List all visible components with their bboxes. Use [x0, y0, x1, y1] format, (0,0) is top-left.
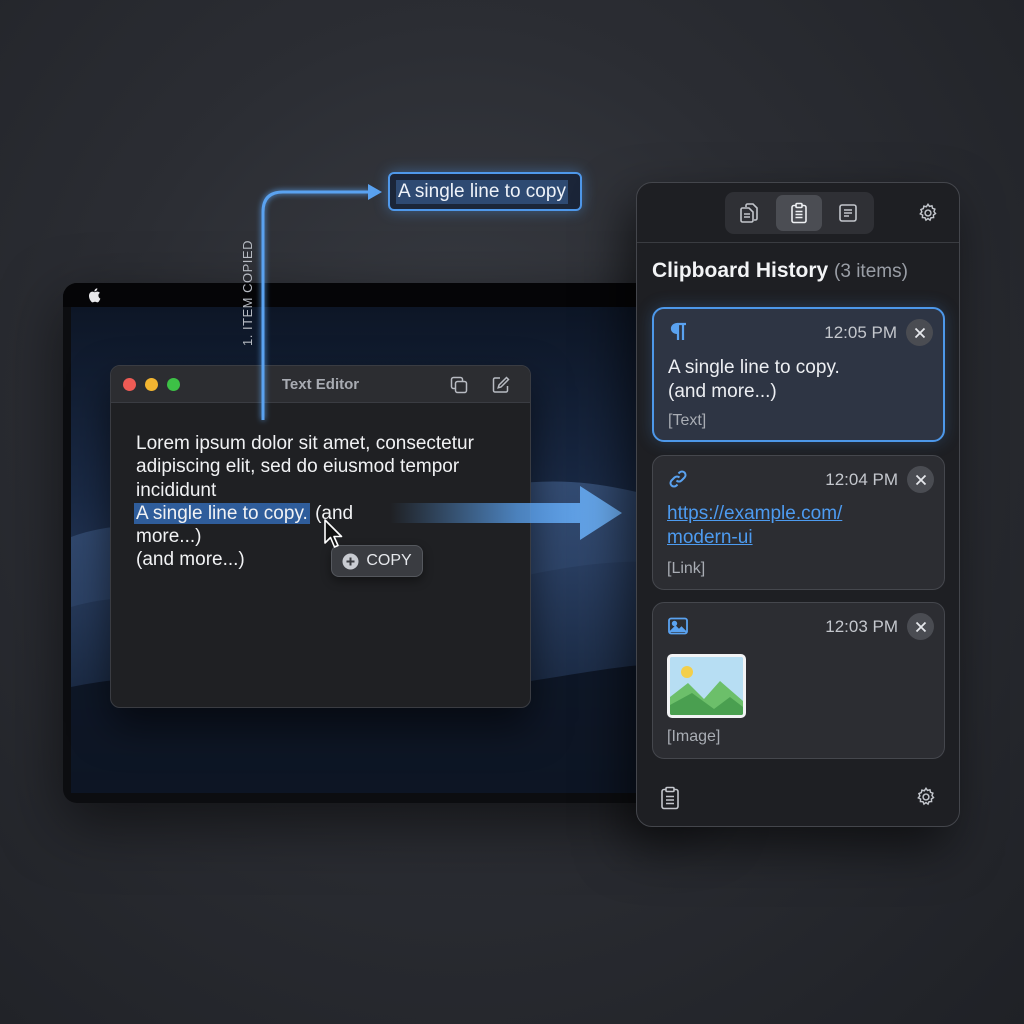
item-type-label: [Image] — [667, 728, 721, 745]
duplicate-icon[interactable] — [449, 375, 469, 395]
image-thumbnail[interactable] — [667, 654, 746, 718]
compose-icon[interactable] — [491, 375, 511, 395]
menu-bar — [63, 283, 703, 307]
item-timestamp: 12:05 PM — [824, 323, 897, 342]
clipboard-item-text[interactable]: 12:05 PM A single line to copy. (and mor… — [652, 307, 945, 442]
panel-toolbar — [637, 183, 959, 243]
clipboard-icon[interactable] — [659, 786, 681, 810]
item-count: (3 items) — [834, 261, 908, 282]
copied-text-chip: A single line to copy — [388, 172, 582, 211]
view-segmented-control — [725, 192, 874, 234]
editor-titlebar[interactable]: Text Editor — [111, 366, 530, 403]
editor-line: Lorem ipsum dolor sit amet, consectetur — [136, 433, 474, 454]
image-icon — [668, 617, 688, 635]
item-link[interactable]: https://example.com/ modern-ui — [667, 502, 842, 550]
item-preview: A single line to copy. (and more...) — [668, 356, 840, 404]
documents-icon — [740, 203, 758, 223]
item-timestamp: 12:03 PM — [825, 617, 898, 636]
remove-item-button[interactable] — [906, 319, 933, 346]
step-label: 1. ITEM COPIED — [240, 240, 255, 346]
paragraph-icon — [670, 322, 686, 340]
close-icon — [915, 621, 926, 632]
copied-text: A single line to copy — [396, 179, 568, 204]
apple-logo-icon[interactable] — [87, 287, 101, 303]
copy-button-label: COPY — [366, 552, 412, 569]
panel-title-text: Clipboard History — [652, 259, 829, 282]
panel-title: Clipboard History (3 items) — [652, 259, 908, 283]
mouse-cursor-icon — [324, 519, 343, 548]
settings-gear-icon[interactable] — [915, 786, 937, 808]
remove-item-button[interactable] — [907, 613, 934, 640]
link-icon — [669, 470, 687, 488]
plus-circle-icon — [342, 553, 359, 569]
item-link-line: https://example.com/ — [667, 503, 843, 524]
item-timestamp: 12:04 PM — [825, 470, 898, 489]
clipboard-item-image[interactable]: 12:03 PM [Image] — [652, 602, 945, 759]
segment-notes[interactable] — [825, 195, 871, 231]
editor-line: (and more...) — [136, 549, 245, 571]
item-type-label: [Text] — [668, 412, 707, 429]
editor-line: adipiscing elit, sed do eiusmod tempor — [136, 456, 460, 478]
landscape-thumbnail-icon — [670, 657, 743, 715]
note-list-icon — [839, 204, 857, 222]
item-preview-line: (and more...) — [668, 381, 777, 402]
item-link-line: modern-ui — [667, 527, 753, 548]
clipboard-panel: Clipboard History (3 items) 12:05 PM A s… — [636, 182, 960, 827]
item-type-label: [Link] — [667, 560, 706, 577]
transfer-arrow-icon — [390, 486, 622, 540]
remove-item-button[interactable] — [907, 466, 934, 493]
close-icon — [914, 327, 925, 338]
clipboard-item-link[interactable]: 12:04 PM https://example.com/ modern-ui … — [652, 455, 945, 590]
segment-copies[interactable] — [727, 195, 773, 231]
selected-text[interactable]: A single line to copy. — [134, 502, 310, 524]
segment-clipboard[interactable] — [776, 195, 822, 231]
item-preview-line: A single line to copy. — [668, 357, 840, 378]
close-icon — [915, 474, 926, 485]
settings-gear-icon[interactable] — [917, 202, 939, 224]
clipboard-icon — [791, 202, 807, 224]
